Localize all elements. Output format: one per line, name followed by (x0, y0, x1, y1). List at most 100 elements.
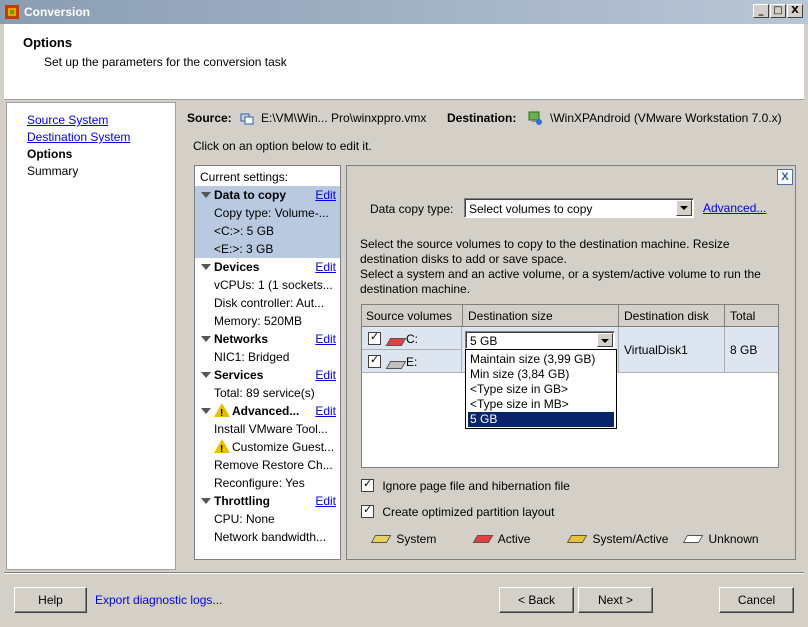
cancel-button[interactable]: Cancel (719, 587, 794, 613)
settings-list: Current settings: Data to copy Edit Copy… (194, 165, 341, 560)
dropdown-option[interactable]: Min size (3,84 GB) (468, 367, 614, 382)
source-label: Source: (187, 111, 232, 125)
chevron-down-icon[interactable] (676, 200, 692, 216)
dropdown-option[interactable]: Maintain size (3,99 GB) (468, 352, 614, 367)
destination-size-dropdown: Maintain size (3,99 GB) Min size (3,84 G… (465, 349, 617, 429)
destination-label: Destination: (447, 111, 517, 125)
collapse-arrow-icon (201, 192, 211, 198)
warning-icon (214, 403, 230, 420)
edit-link[interactable]: Edit (315, 366, 336, 384)
legend-active: Active (497, 532, 531, 546)
volume-c-checkbox[interactable] (368, 330, 381, 345)
active-volume-icon (472, 535, 494, 543)
settings-item: <E:>: 3 GB (195, 240, 340, 258)
destination-size-value: 5 GB (470, 334, 498, 348)
edit-link[interactable]: Edit (315, 258, 336, 276)
data-to-copy-panel: X Data copy type: Select volumes to copy… (346, 165, 796, 560)
collapse-arrow-icon (201, 372, 211, 378)
settings-item: Install VMware Tool... (214, 422, 328, 436)
legend-system-active: System/Active (592, 532, 669, 546)
collapse-arrow-icon (201, 408, 211, 414)
optimized-layout-option[interactable]: Create optimized partition layout (361, 503, 555, 519)
close-window-button[interactable]: X (787, 4, 803, 18)
group-title: Devices (214, 260, 260, 274)
page-subtitle: Set up the parameters for the conversion… (44, 55, 287, 69)
footer-separator (4, 572, 804, 574)
dropdown-option[interactable]: <Type size in GB> (468, 382, 614, 397)
advanced-link[interactable]: Advanced... (703, 201, 766, 215)
maximize-button[interactable]: □ (770, 4, 786, 18)
minimize-button[interactable]: _ (753, 4, 769, 18)
nav-source-system[interactable]: Source System (27, 113, 108, 127)
unknown-volume-icon (682, 535, 704, 543)
chevron-down-icon[interactable] (597, 333, 613, 347)
export-diagnostic-logs-link[interactable]: Export diagnostic logs... (95, 593, 222, 607)
window-title: Conversion (24, 5, 91, 19)
back-button[interactable]: < Back (499, 587, 574, 613)
collapse-arrow-icon (201, 264, 211, 270)
data-copy-type-value: Select volumes to copy (469, 202, 593, 216)
nav-options: Options (27, 147, 73, 161)
settings-item-warning: Customize Guest... (195, 438, 340, 456)
legend-unknown: Unknown (708, 532, 759, 546)
destination-disk-value: VirtualDisk1 (624, 343, 688, 357)
settings-group-networks[interactable]: Networks Edit (195, 330, 340, 348)
column-destination-size[interactable]: Destination size (468, 309, 553, 323)
app-icon (5, 5, 19, 19)
dropdown-option-selected[interactable]: 5 GB (468, 412, 614, 427)
next-button[interactable]: Next > (578, 587, 653, 613)
ignore-pagefile-checkbox[interactable] (361, 477, 374, 492)
help-button[interactable]: Help (14, 587, 87, 613)
optimized-layout-label: Create optimized partition layout (382, 505, 555, 519)
settings-group-devices[interactable]: Devices Edit (195, 258, 340, 276)
nav-summary: Summary (27, 164, 79, 178)
system-volume-icon (370, 535, 392, 543)
settings-item: Memory: 520MB (214, 314, 303, 328)
page-title: Options (23, 35, 73, 50)
description-2: Select a system and an active volume, or… (360, 267, 761, 296)
settings-item: Customize Guest... (232, 440, 335, 454)
settings-item: Remove Restore Ch... (214, 458, 333, 472)
volume-cell-c: C: (362, 327, 462, 350)
ignore-pagefile-option[interactable]: Ignore page file and hibernation file (361, 477, 570, 493)
active-volume-icon (385, 338, 407, 346)
settings-group-advanced[interactable]: Advanced... Edit (195, 402, 340, 420)
volume-cell-e: E: (362, 350, 462, 373)
nav-destination-system[interactable]: Destination System (27, 130, 130, 144)
settings-item: Disk controller: Aut... (214, 296, 325, 310)
settings-item: Total: 89 service(s) (214, 386, 315, 400)
source-path: E:\VM\Win... Pro\winxppro.vmx (261, 111, 427, 125)
vm-file-icon (240, 113, 254, 125)
settings-item: Copy type: Volume-... (195, 204, 340, 222)
column-source-volumes[interactable]: Source volumes (366, 309, 452, 323)
data-copy-type-label: Data copy type: (370, 202, 454, 216)
wizard-steps-nav: Source System Destination System Options… (6, 102, 176, 570)
edit-link[interactable]: Edit (315, 330, 336, 348)
edit-link[interactable]: Edit (315, 186, 336, 204)
volume-legend: System Active System/Active Unknown (369, 532, 759, 546)
system-active-volume-icon (566, 535, 588, 543)
settings-item: Reconfigure: Yes (214, 476, 305, 490)
title-bar: Conversion _ □ X (0, 0, 808, 24)
collapse-arrow-icon (201, 498, 211, 504)
settings-group-data-to-copy[interactable]: Data to copy Edit (195, 186, 340, 204)
edit-link[interactable]: Edit (315, 402, 336, 420)
wizard-header: Options Set up the parameters for the co… (4, 24, 804, 100)
group-title: Services (214, 368, 264, 382)
column-destination-disk[interactable]: Destination disk (624, 309, 709, 323)
column-total[interactable]: Total (730, 309, 755, 323)
edit-link[interactable]: Edit (315, 492, 336, 510)
settings-item: <C:>: 5 GB (195, 222, 340, 240)
settings-group-throttling[interactable]: Throttling Edit (195, 492, 340, 510)
ignore-pagefile-label: Ignore page file and hibernation file (382, 479, 570, 493)
settings-group-services[interactable]: Services Edit (195, 366, 340, 384)
close-panel-button[interactable]: X (777, 169, 793, 185)
dropdown-option[interactable]: <Type size in MB> (468, 397, 614, 412)
workstation-icon (528, 111, 542, 125)
settings-item: NIC1: Bridged (214, 350, 290, 364)
data-copy-type-select[interactable]: Select volumes to copy (464, 198, 694, 218)
optimized-layout-checkbox[interactable] (361, 503, 374, 518)
group-title: Advanced... (232, 404, 300, 418)
destination-size-select[interactable]: 5 GB (465, 331, 615, 349)
volume-e-checkbox[interactable] (368, 353, 381, 368)
